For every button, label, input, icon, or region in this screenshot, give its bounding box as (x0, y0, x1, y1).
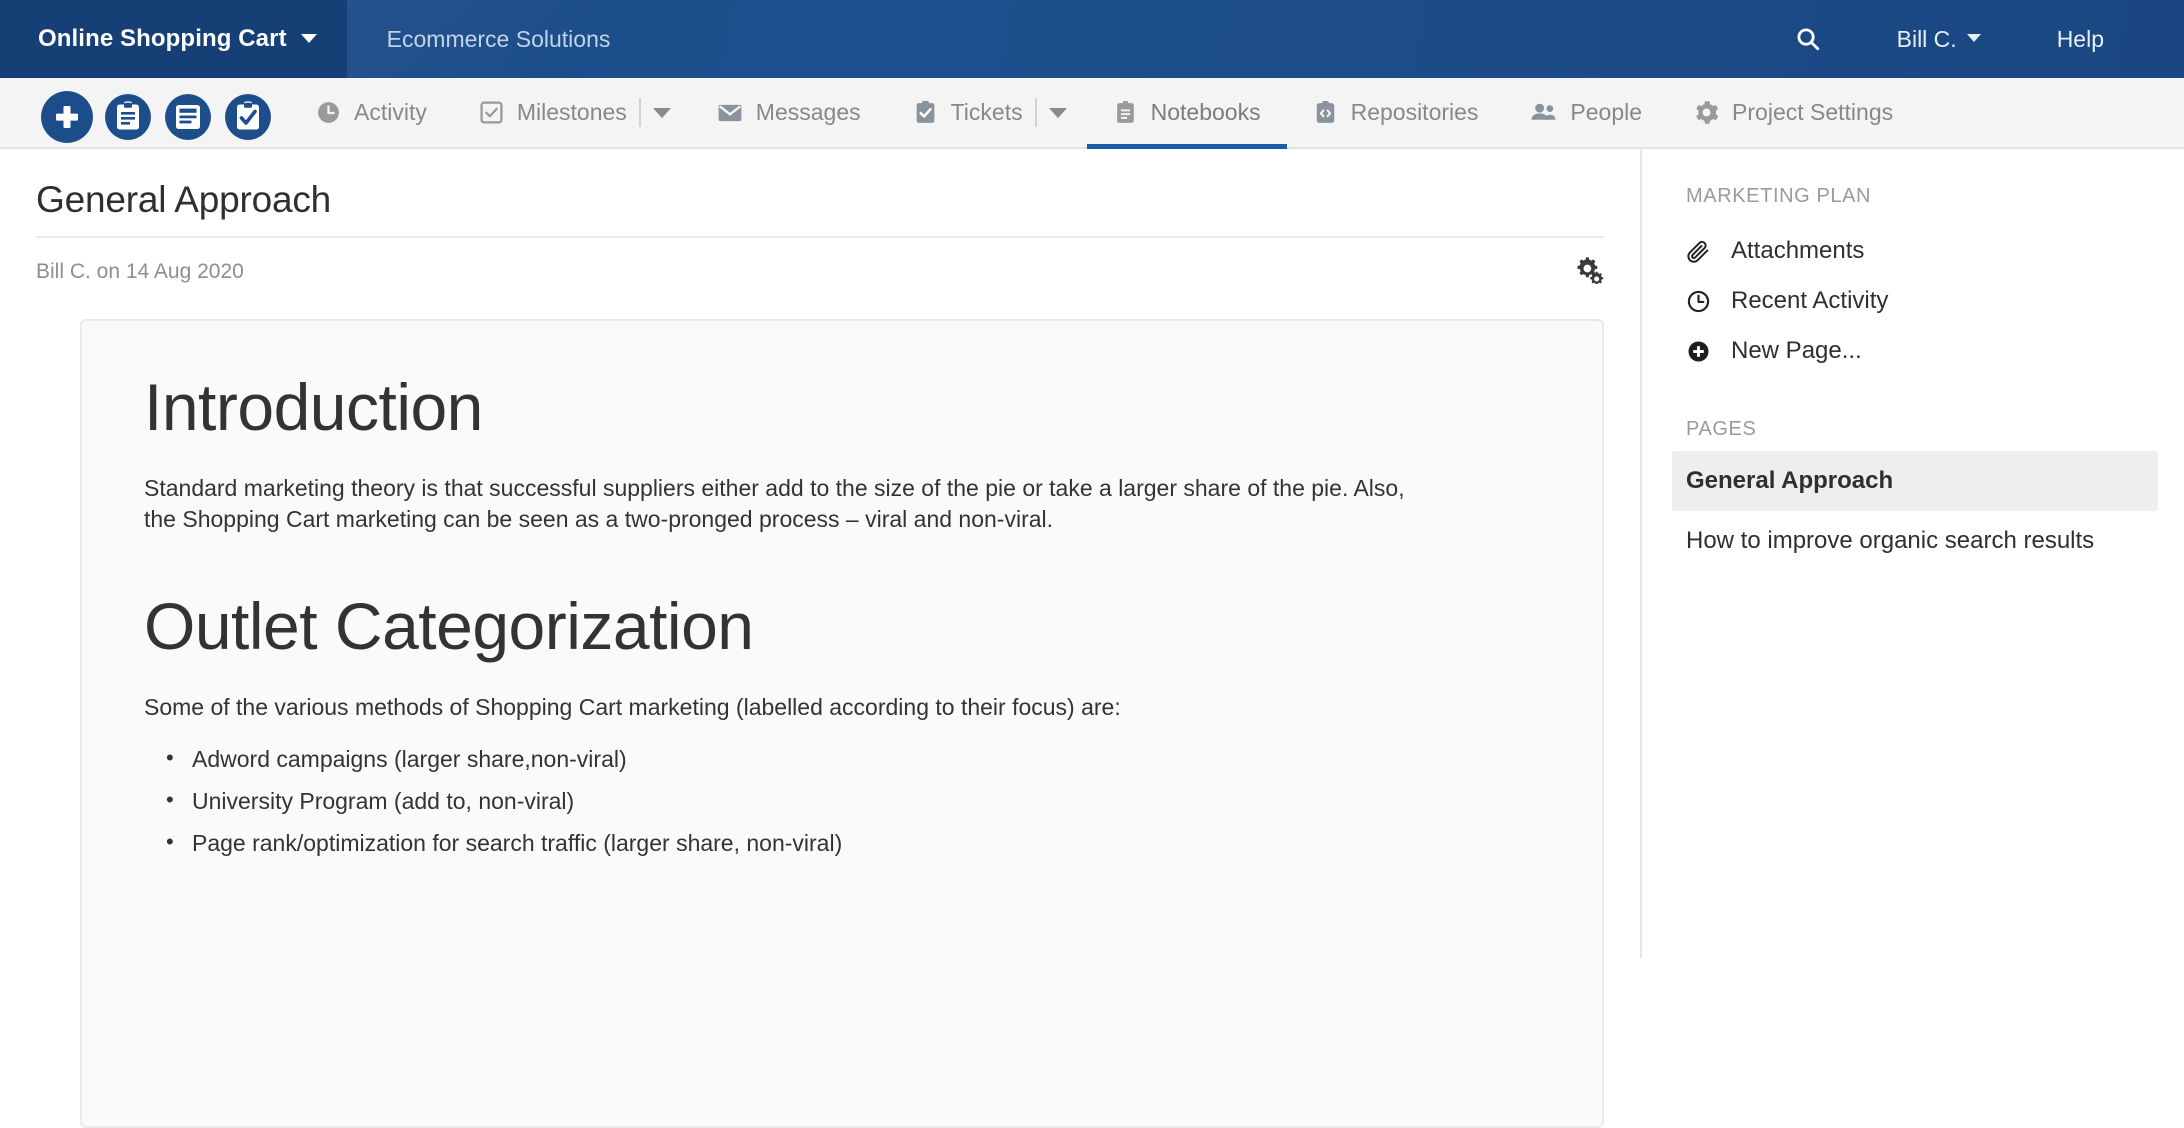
user-name: Bill C. (1896, 25, 1957, 52)
sidebar-item-label: Recent Activity (1731, 287, 1889, 314)
top-header-bar: Online Shopping Cart Ecommerce Solutions… (0, 0, 2184, 78)
clock-icon (1686, 289, 1716, 314)
document-lines-icon (176, 104, 200, 129)
quick-action-cluster (0, 77, 290, 148)
sidebar-item-new-page[interactable]: New Page... (1686, 326, 2144, 376)
list-item: University Program (add to, non-viral) (166, 786, 1540, 816)
code-clipboard-icon (1313, 100, 1338, 125)
tickets-dropdown-toggle[interactable] (1034, 77, 1087, 148)
list-item: Page rank/optimization for search traffi… (166, 828, 1540, 858)
sidebar-item-attachments[interactable]: Attachments (1686, 226, 2144, 276)
clipboard-check-icon (237, 101, 259, 129)
nav-items: Activity Milestones Messages Tickets Not… (290, 77, 2184, 150)
sidebar-item-label: New Page... (1731, 337, 1862, 364)
sidebar-page-general-approach[interactable]: General Approach (1672, 451, 2158, 511)
byline-row: Bill C. on 14 Aug 2020 (36, 238, 1604, 289)
page-title: General Approach (36, 179, 332, 220)
search-button[interactable] (1757, 26, 1859, 52)
chevron-down-icon (1966, 34, 1981, 42)
project-switcher[interactable]: Online Shopping Cart (0, 0, 347, 78)
document-paragraph-2: Some of the various methods of Shopping … (144, 694, 1121, 721)
help-link[interactable]: Help (2019, 26, 2142, 53)
checkbox-icon (479, 100, 504, 125)
nav-label: Repositories (1350, 99, 1479, 125)
page-byline: Bill C. on 14 Aug 2020 (36, 259, 244, 283)
nav-label: Milestones (516, 99, 627, 125)
sidebar-item-label: Attachments (1731, 237, 1865, 264)
right-sidebar: MARKETING PLAN Attachments Recent Activi… (1642, 149, 2184, 958)
header-actions: Bill C. Help (1757, 26, 2184, 53)
sidebar-section-title: MARKETING PLAN (1686, 185, 1872, 207)
page-settings-button[interactable] (1574, 254, 1604, 289)
milestones-dropdown-toggle[interactable] (638, 77, 691, 148)
clipboard-check-icon (913, 100, 938, 125)
sidebar-pages-title: PAGES (1686, 418, 1757, 440)
page-body: General Approach Bill C. on 14 Aug 2020 … (0, 149, 2184, 1128)
main-content-column: General Approach Bill C. on 14 Aug 2020 … (0, 149, 1642, 1128)
quick-action-blob[interactable] (36, 90, 286, 143)
sidebar-item-recent-activity[interactable]: Recent Activity (1686, 276, 2144, 326)
nav-item-repositories[interactable]: Repositories (1287, 77, 1505, 148)
document-heading-outlet-categorization: Outlet Categorization (144, 589, 754, 664)
gear-icon (1694, 100, 1719, 125)
document-paragraph-1: Standard marketing theory is that succes… (144, 475, 1405, 532)
nav-item-milestones[interactable]: Milestones (453, 77, 639, 148)
nav-label: Messages (755, 99, 861, 125)
primary-navigation: Activity Milestones Messages Tickets Not… (0, 77, 2184, 150)
nav-label: Activity (354, 99, 427, 125)
sidebar-page-how-to-improve-organic-search-results[interactable]: How to improve organic search results (1672, 511, 2158, 571)
people-icon (1530, 99, 1557, 126)
nav-item-activity[interactable]: Activity (290, 77, 453, 148)
notebook-icon (1113, 100, 1138, 125)
chevron-down-icon (652, 107, 671, 118)
nav-label: Tickets (950, 99, 1023, 125)
notebook-page-card: Introduction Standard marketing theory i… (80, 319, 1604, 1128)
nav-label: Project Settings (1732, 99, 1894, 125)
user-menu[interactable]: Bill C. (1859, 26, 2019, 53)
nav-item-messages[interactable]: Messages (691, 77, 887, 148)
search-icon (1795, 26, 1821, 52)
nav-item-project-settings[interactable]: Project Settings (1668, 77, 1919, 148)
plus-circle-icon (1686, 339, 1716, 364)
project-subtitle: Ecommerce Solutions (386, 25, 611, 52)
document-bullet-list: Adword campaigns (larger share,non-viral… (144, 744, 1540, 859)
nav-label: People (1570, 99, 1643, 125)
cogs-icon (1574, 254, 1604, 289)
nav-item-people[interactable]: People (1504, 77, 1668, 148)
clipboard-text-icon (117, 101, 139, 129)
document-heading-introduction: Introduction (144, 370, 483, 444)
list-item: Adword campaigns (larger share,non-viral… (166, 744, 1540, 774)
chevron-down-icon (300, 33, 317, 43)
envelope-icon (717, 100, 743, 126)
chevron-down-icon (1048, 107, 1067, 118)
nav-label: Notebooks (1150, 99, 1261, 125)
project-name: Online Shopping Cart (38, 25, 287, 52)
nav-item-tickets[interactable]: Tickets (887, 77, 1035, 148)
paperclip-icon (1686, 239, 1716, 264)
nav-item-notebooks[interactable]: Notebooks (1086, 77, 1287, 150)
clock-icon (316, 100, 341, 125)
page-header: General Approach Bill C. on 14 Aug 2020 (0, 149, 1640, 289)
